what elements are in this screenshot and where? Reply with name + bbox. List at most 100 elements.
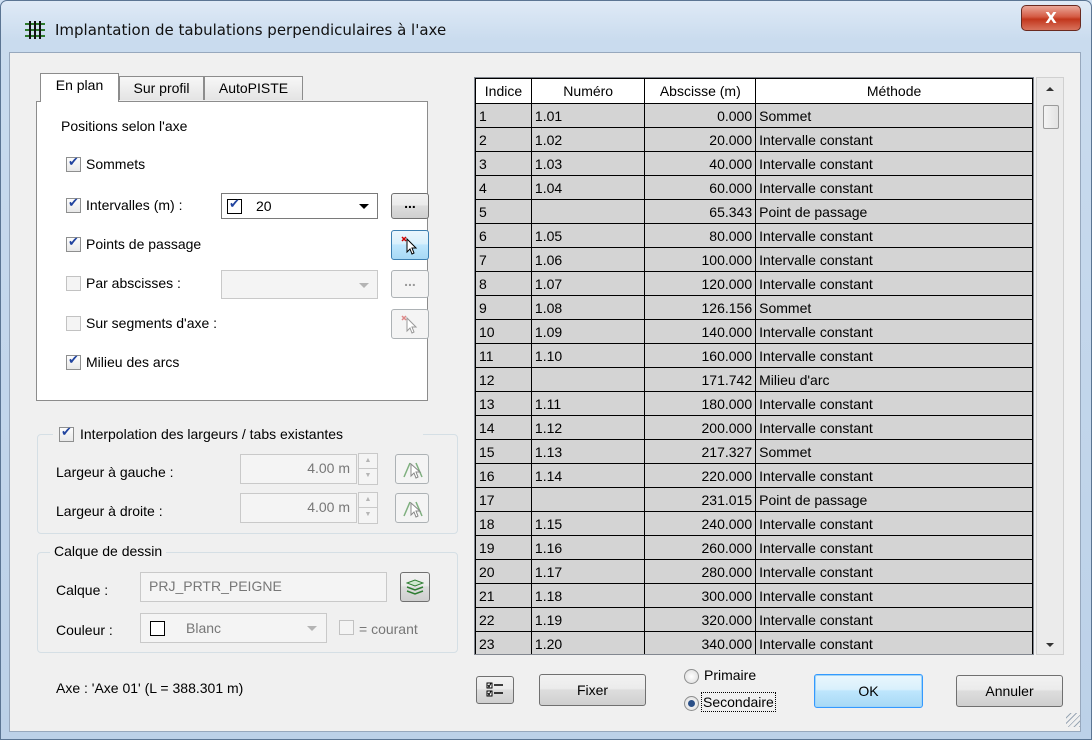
cell-methode[interactable]: Sommet xyxy=(755,439,1033,464)
cell-methode[interactable]: Intervalle constant xyxy=(755,343,1033,368)
cell-indice[interactable]: 3 xyxy=(475,151,532,176)
cell-abscisse[interactable]: 171.742 xyxy=(644,367,757,392)
cell-numero[interactable]: 1.03 xyxy=(530,151,646,176)
cell-abscisse[interactable]: 280.000 xyxy=(644,559,757,584)
table-row[interactable]: 16 1.14 220.000 Intervalle constant xyxy=(475,463,1033,488)
cell-indice[interactable]: 2 xyxy=(475,127,532,152)
tab-sur-profil[interactable]: Sur profil xyxy=(119,76,204,100)
largeur-gauche-input[interactable]: 4.00 m xyxy=(240,454,357,484)
table-row[interactable]: 15 1.13 217.327 Sommet xyxy=(475,439,1033,464)
cell-abscisse[interactable]: 300.000 xyxy=(644,583,757,608)
milieu-arcs-checkbox[interactable] xyxy=(66,353,81,370)
table-row[interactable]: 2 1.02 20.000 Intervalle constant xyxy=(475,127,1033,152)
table-row[interactable]: 1 1.01 0.000 Sommet xyxy=(475,103,1033,128)
par-abscisses-checkbox[interactable] xyxy=(66,276,81,291)
cell-numero[interactable]: 1.10 xyxy=(530,343,646,368)
cell-abscisse[interactable]: 220.000 xyxy=(644,463,757,488)
intervalles-combo[interactable]: 20 xyxy=(221,193,378,219)
column-header-indice[interactable]: Indice xyxy=(475,78,532,104)
cell-indice[interactable]: 22 xyxy=(475,607,532,632)
cell-indice[interactable]: 5 xyxy=(475,199,532,224)
points-passage-checkbox[interactable] xyxy=(66,235,81,252)
pick-points-button[interactable] xyxy=(391,230,429,260)
cell-numero[interactable]: 1.20 xyxy=(530,631,646,654)
pick-droite-button[interactable] xyxy=(395,493,429,523)
cell-methode[interactable]: Point de passage xyxy=(755,487,1033,512)
cell-methode[interactable]: Intervalle constant xyxy=(755,127,1033,152)
cell-abscisse[interactable]: 120.000 xyxy=(644,271,757,296)
interpolation-checkbox[interactable] xyxy=(59,425,74,442)
cell-abscisse[interactable]: 200.000 xyxy=(644,415,757,440)
calque-input[interactable]: PRJ_PRTR_PEIGNE xyxy=(140,572,387,602)
cell-methode[interactable]: Milieu d'arc xyxy=(755,367,1033,392)
cell-methode[interactable]: Sommet xyxy=(755,103,1033,128)
resize-grip[interactable] xyxy=(1066,713,1080,727)
cell-numero[interactable]: 1.17 xyxy=(530,559,646,584)
table-row[interactable]: 3 1.03 40.000 Intervalle constant xyxy=(475,151,1033,176)
cell-abscisse[interactable]: 180.000 xyxy=(644,391,757,416)
cell-abscisse[interactable]: 40.000 xyxy=(644,151,757,176)
cell-indice[interactable]: 13 xyxy=(475,391,532,416)
cell-abscisse[interactable]: 260.000 xyxy=(644,535,757,560)
cell-indice[interactable]: 16 xyxy=(475,463,532,488)
cell-abscisse[interactable]: 80.000 xyxy=(644,223,757,248)
cell-methode[interactable]: Intervalle constant xyxy=(755,463,1033,488)
cell-numero[interactable]: 1.12 xyxy=(530,415,646,440)
cell-abscisse[interactable]: 126.156 xyxy=(644,295,757,320)
cell-abscisse[interactable]: 217.327 xyxy=(644,439,757,464)
cell-numero[interactable]: 1.05 xyxy=(530,223,646,248)
table-row[interactable]: 11 1.10 160.000 Intervalle constant xyxy=(475,343,1033,368)
cell-numero[interactable]: 1.08 xyxy=(530,295,646,320)
courant-checkbox[interactable] xyxy=(339,620,354,635)
par-abscisses-combo[interactable] xyxy=(221,270,378,299)
cell-methode[interactable]: Intervalle constant xyxy=(755,535,1033,560)
tabulations-grid[interactable]: Indice Numéro Abscisse (m) Méthode 1 1.01… xyxy=(474,77,1034,655)
cell-indice[interactable]: 6 xyxy=(475,223,532,248)
close-button[interactable]: X xyxy=(1021,5,1081,31)
intervalles-inner-checkbox[interactable] xyxy=(227,197,242,214)
cell-abscisse[interactable]: 20.000 xyxy=(644,127,757,152)
intervalles-more-button[interactable]: ... xyxy=(391,193,429,219)
cell-abscisse[interactable]: 60.000 xyxy=(644,175,757,200)
cell-indice[interactable]: 18 xyxy=(475,511,532,536)
cell-indice[interactable]: 8 xyxy=(475,271,532,296)
pick-segments-button[interactable] xyxy=(391,309,429,339)
table-row[interactable]: 13 1.11 180.000 Intervalle constant xyxy=(475,391,1033,416)
par-abscisses-more-button[interactable]: ... xyxy=(391,270,429,298)
cell-numero[interactable]: 1.19 xyxy=(530,607,646,632)
table-row[interactable]: 14 1.12 200.000 Intervalle constant xyxy=(475,415,1033,440)
cell-methode[interactable]: Intervalle constant xyxy=(755,607,1033,632)
cell-methode[interactable]: Intervalle constant xyxy=(755,391,1033,416)
cell-indice[interactable]: 17 xyxy=(475,487,532,512)
cell-indice[interactable]: 19 xyxy=(475,535,532,560)
cell-abscisse[interactable]: 231.015 xyxy=(644,487,757,512)
table-row[interactable]: 10 1.09 140.000 Intervalle constant xyxy=(475,319,1033,344)
sommets-checkbox[interactable] xyxy=(66,155,81,172)
fixer-button[interactable]: Fixer xyxy=(539,674,646,706)
cell-abscisse[interactable]: 65.343 xyxy=(644,199,757,224)
cell-numero[interactable]: 1.02 xyxy=(530,127,646,152)
table-row[interactable]: 7 1.06 100.000 Intervalle constant xyxy=(475,247,1033,272)
table-row[interactable]: 9 1.08 126.156 Sommet xyxy=(475,295,1033,320)
cell-numero[interactable]: 1.11 xyxy=(530,391,646,416)
cell-abscisse[interactable]: 140.000 xyxy=(644,319,757,344)
cell-methode[interactable]: Point de passage xyxy=(755,199,1033,224)
cell-methode[interactable]: Intervalle constant xyxy=(755,247,1033,272)
cell-indice[interactable]: 1 xyxy=(475,103,532,128)
cell-methode[interactable]: Intervalle constant xyxy=(755,319,1033,344)
annuler-button[interactable]: Annuler xyxy=(956,675,1063,707)
cell-abscisse[interactable]: 100.000 xyxy=(644,247,757,272)
scroll-thumb[interactable] xyxy=(1043,105,1059,129)
cell-indice[interactable]: 20 xyxy=(475,559,532,584)
largeur-gauche-spinner[interactable]: ▲ ▼ xyxy=(358,453,378,485)
layers-button[interactable] xyxy=(400,572,430,602)
table-row[interactable]: 20 1.17 280.000 Intervalle constant xyxy=(475,559,1033,584)
cell-numero[interactable] xyxy=(530,199,646,224)
cell-indice[interactable]: 12 xyxy=(475,367,532,392)
cell-numero[interactable] xyxy=(530,487,646,512)
tab-en-plan[interactable]: En plan xyxy=(40,73,119,102)
largeur-droite-spinner[interactable]: ▲ ▼ xyxy=(358,492,378,524)
cell-abscisse[interactable]: 0.000 xyxy=(644,103,757,128)
cell-numero[interactable]: 1.07 xyxy=(530,271,646,296)
cell-numero[interactable]: 1.15 xyxy=(530,511,646,536)
